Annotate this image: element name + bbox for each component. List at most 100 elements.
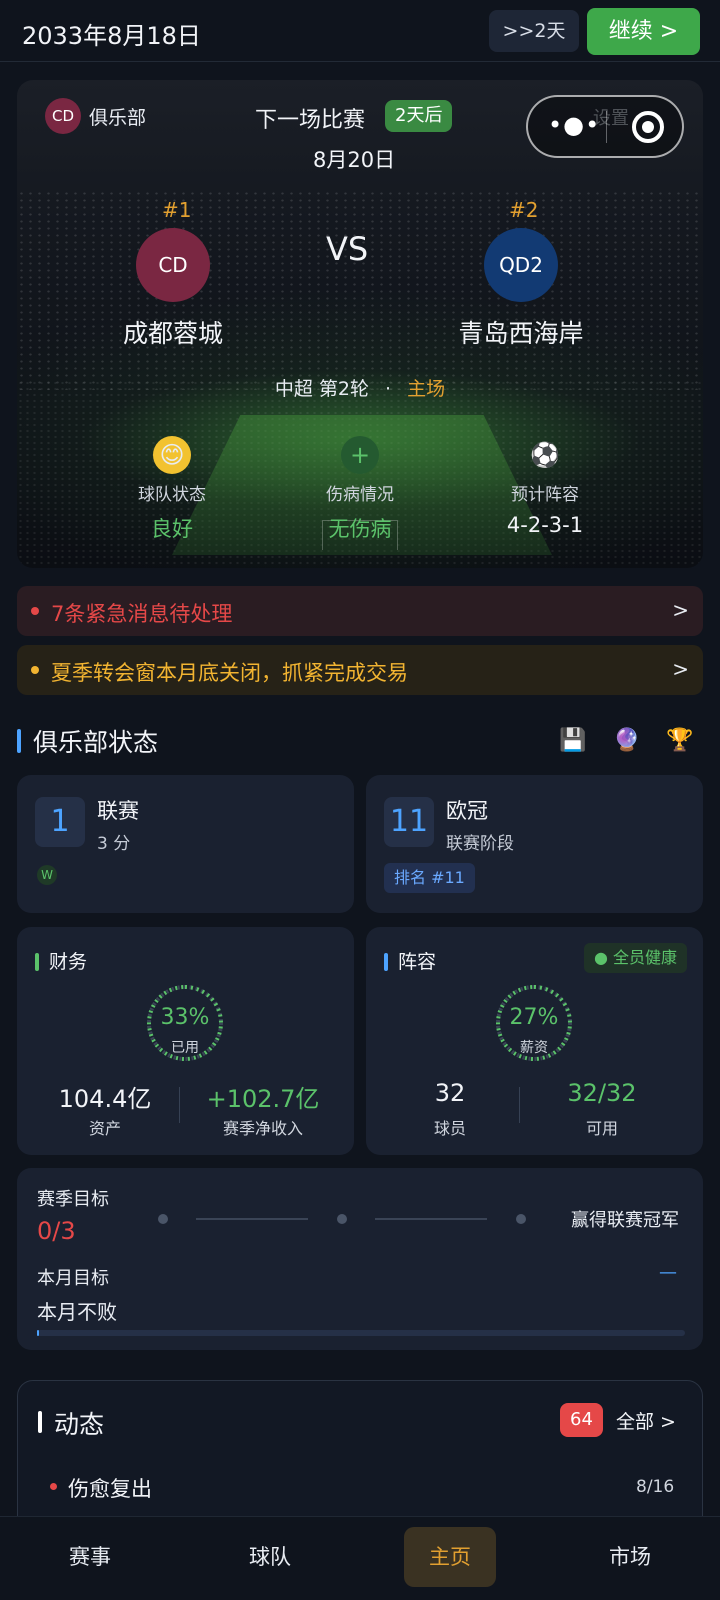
alert-dot-icon [31, 666, 39, 674]
finance-card[interactable]: 财务 33% 已用 104.4亿 资产 +102.7亿 赛季净收入 [17, 927, 354, 1155]
finance-gauge-value: 33% [160, 1005, 210, 1030]
league-position: 1 [35, 797, 85, 847]
squad-card[interactable]: 阵容 ● 全员健康 27% 薪资 32 球员 32/32 可用 [366, 927, 703, 1155]
save-disk-icon[interactable]: 💾 [558, 726, 588, 756]
season-goal-target: 赢得联赛冠军 [571, 1210, 679, 1231]
next-match-title: 下一场比赛 [255, 108, 366, 133]
chevron-right-icon: > [672, 598, 689, 622]
player-count-value: 32 [434, 1079, 466, 1107]
activity-item-text[interactable]: 伤愈复出 [68, 1473, 152, 1503]
activity-row-dot [50, 1483, 57, 1490]
squad-gauge-label: 薪资 [520, 1040, 548, 1056]
transfer-window-text: 夏季转会窗本月底关闭，抓紧完成交易 [51, 661, 408, 685]
nav-matches[interactable]: 赛事 [44, 1527, 136, 1587]
club-link[interactable]: CD 俱乐部 [45, 98, 146, 134]
squad-gauge-value: 27% [509, 1005, 559, 1030]
europe-name: 欧冠 [446, 799, 488, 823]
lineup-stat[interactable]: ⚽ 预计阵容 4-2-3-1 [465, 436, 625, 537]
finance-accent-bar [35, 953, 39, 971]
player-count-label: 球员 [433, 1119, 466, 1138]
season-goal-label: 赛季目标 [37, 1189, 109, 1210]
available-label: 可用 [585, 1119, 618, 1138]
stat-divider [519, 1087, 520, 1123]
competition-round: 中超 第2轮 [274, 378, 369, 400]
europe-rank-chip: 排名 #11 [384, 863, 475, 893]
club-badge-small: CD [45, 98, 81, 134]
plus-medical-icon: + [341, 436, 379, 474]
goal-step-dot [516, 1214, 526, 1224]
squad-health-chip: ● 全员健康 [583, 943, 687, 973]
europe-position: 11 [384, 797, 434, 847]
activity-item-date: 8/16 [636, 1477, 675, 1497]
away-team-name: 青岛西海岸 [458, 319, 584, 348]
vs-label: VS [326, 230, 369, 268]
league-name: 联赛 [97, 799, 139, 823]
chevron-right-icon: > [672, 657, 689, 681]
league-card[interactable]: 1 联赛 3 分 W [17, 775, 354, 913]
current-date: 2033年8月18日 [22, 22, 201, 50]
smile-face-icon: 😊 [153, 436, 191, 474]
goal-step-dot [337, 1214, 347, 1224]
activity-title: 动态 [54, 1410, 105, 1439]
squad-title: 阵容 [398, 951, 437, 973]
monthly-goal-label: 本月目标 [37, 1268, 109, 1289]
assets-label: 资产 [88, 1119, 121, 1138]
stadium-crowd-backdrop [17, 190, 703, 390]
match-date: 8月20日 [313, 148, 396, 172]
miniapp-capsule[interactable]: •●• [526, 95, 684, 158]
capsule-divider [606, 111, 607, 143]
alert-dot-icon [31, 607, 39, 615]
available-value: 32/32 [567, 1079, 637, 1107]
activity-count-badge: 64 [560, 1403, 603, 1437]
injury-value: 无伤病 [328, 517, 392, 541]
urgent-messages-alert[interactable]: 7条紧急消息待处理 > [17, 586, 703, 636]
skip-days-button[interactable]: >>2天 [489, 10, 579, 52]
injury-stat[interactable]: + 伤病情况 无伤病 [280, 436, 440, 543]
team-form-value: 良好 [151, 517, 193, 541]
activity-accent-bar [38, 1411, 42, 1433]
injury-label: 伤病情况 [326, 485, 394, 505]
team-form-label: 球队状态 [138, 485, 206, 505]
europe-stage: 联赛阶段 [446, 834, 514, 854]
next-match-card[interactable]: CD 俱乐部 下一场比赛 2天后 8月20日 设置 •●• #1 CD 成都蓉城… [17, 80, 703, 568]
close-target-icon[interactable] [632, 111, 664, 143]
trophy-icon[interactable]: 🏆 [665, 726, 695, 756]
lineup-value: 4-2-3-1 [506, 513, 584, 537]
net-income-value: +102.7亿 [206, 1085, 320, 1113]
transfer-window-alert[interactable]: 夏季转会窗本月底关闭，抓紧完成交易 > [17, 645, 703, 695]
days-until-badge: 2天后 [385, 100, 453, 132]
monthly-goal-status: — [659, 1262, 677, 1283]
more-dots-icon[interactable]: •●• [548, 111, 600, 139]
monthly-goal-progress-track [37, 1330, 685, 1336]
goal-step-line [196, 1218, 308, 1220]
away-team-rank: #2 [509, 198, 539, 222]
team-form-stat[interactable]: 😊 球队状态 良好 [92, 436, 252, 543]
monthly-goal-progress-fill [37, 1330, 39, 1336]
lineup-label: 预计阵容 [511, 485, 579, 505]
competition-line: 中超 第2轮 · 主场 [17, 374, 703, 401]
crystal-ball-icon[interactable]: 🔮 [612, 726, 642, 756]
club-status-title: 俱乐部状态 [33, 728, 159, 757]
monthly-goal-text: 本月不败 [37, 1300, 117, 1324]
assets-value: 104.4亿 [58, 1085, 152, 1113]
goals-card[interactable] [17, 1168, 703, 1350]
continue-button[interactable]: 继续 > [587, 8, 700, 55]
finance-gauge-label: 已用 [171, 1040, 199, 1056]
europe-card[interactable]: 11 欧冠 联赛阶段 排名 #11 [366, 775, 703, 913]
top-bar: 2033年8月18日 >>2天 继续 > [0, 0, 720, 62]
nav-market[interactable]: 市场 [584, 1527, 676, 1587]
league-points: 3 分 [97, 834, 131, 854]
away-team-badge[interactable]: QD2 [484, 228, 558, 302]
home-team-badge[interactable]: CD [136, 228, 210, 302]
activity-view-all-link[interactable]: 全部 > [616, 1407, 676, 1434]
soccer-ball-icon: ⚽ [530, 441, 560, 469]
net-income-label: 赛季净收入 [222, 1119, 303, 1138]
squad-accent-bar [384, 953, 388, 971]
form-result-chip: W [37, 865, 57, 885]
home-team-rank: #1 [162, 198, 192, 222]
nav-team[interactable]: 球队 [224, 1527, 316, 1587]
home-team-name: 成都蓉城 [122, 319, 223, 348]
nav-home[interactable]: 主页 [404, 1527, 496, 1587]
urgent-messages-text: 7条紧急消息待处理 [51, 602, 233, 626]
season-goal-progress: 0/3 [37, 1217, 76, 1245]
